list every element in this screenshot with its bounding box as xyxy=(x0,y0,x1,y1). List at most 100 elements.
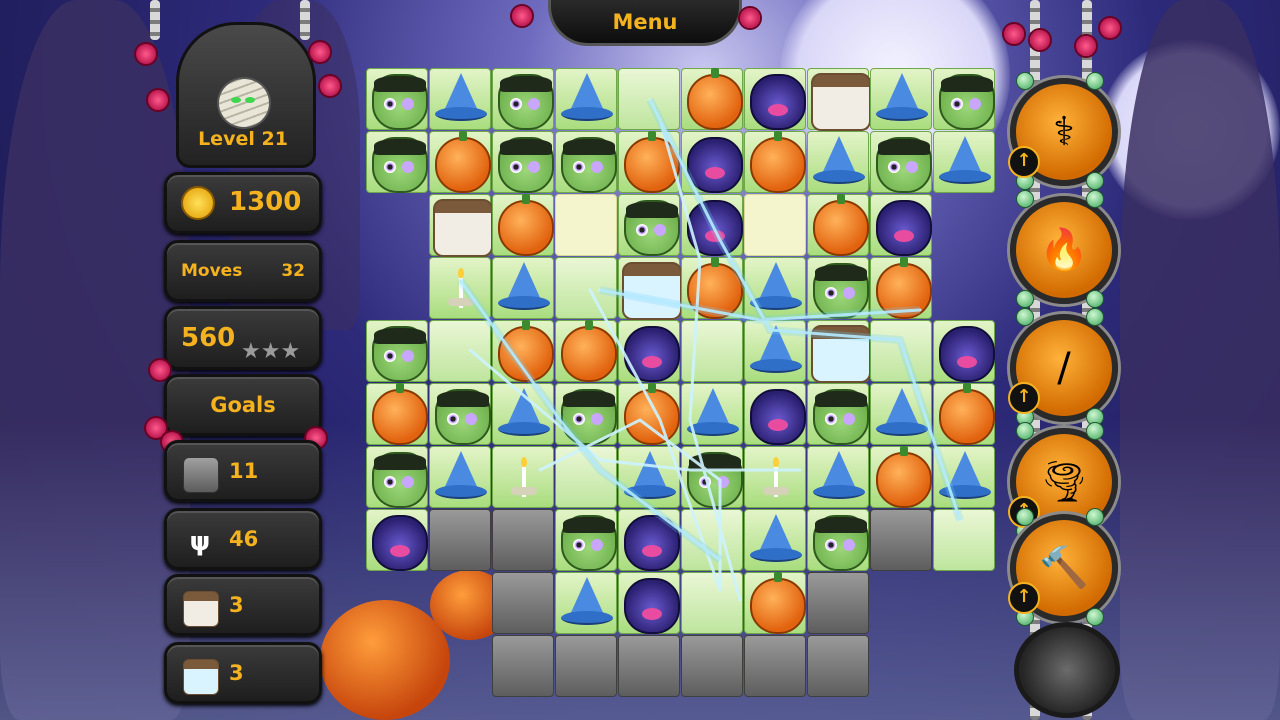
board-cell[interactable] xyxy=(807,509,869,571)
chain-bead xyxy=(1086,290,1104,308)
board-cell[interactable] xyxy=(807,194,869,256)
board-cell[interactable] xyxy=(744,257,806,319)
stone-tile[interactable] xyxy=(555,635,617,697)
board-cell[interactable] xyxy=(555,194,617,256)
board-cell[interactable] xyxy=(807,446,869,508)
board-cell[interactable] xyxy=(933,383,995,445)
rose-icon xyxy=(148,90,168,110)
goal-candelabra: ψ 46 xyxy=(164,508,322,570)
board-cell[interactable] xyxy=(681,194,743,256)
stone-tile[interactable] xyxy=(681,635,743,697)
board-cell[interactable] xyxy=(618,131,680,193)
board-cell[interactable] xyxy=(681,257,743,319)
upgrade-arrow-icon[interactable]: ↑ xyxy=(1008,582,1040,614)
board-cell[interactable] xyxy=(618,446,680,508)
stone-tile[interactable] xyxy=(807,572,869,634)
stone-tile[interactable] xyxy=(492,509,554,571)
stone-tile[interactable] xyxy=(870,509,932,571)
board-cell[interactable] xyxy=(492,68,554,130)
board-cell[interactable] xyxy=(555,131,617,193)
board-cell[interactable] xyxy=(429,257,491,319)
board-cell[interactable] xyxy=(366,509,428,571)
board-cell[interactable] xyxy=(555,68,617,130)
board-cell[interactable] xyxy=(870,68,932,130)
board-cell[interactable] xyxy=(492,383,554,445)
board-cell[interactable] xyxy=(492,446,554,508)
booster-torch[interactable]: 🔥 xyxy=(1010,196,1118,304)
board-cell[interactable] xyxy=(555,257,617,319)
board-cell[interactable] xyxy=(555,509,617,571)
board-cell[interactable] xyxy=(681,383,743,445)
board-cell[interactable] xyxy=(681,320,743,382)
goal-jar-value: 3 xyxy=(229,593,244,617)
board-cell[interactable] xyxy=(555,320,617,382)
board-cell[interactable] xyxy=(366,446,428,508)
board-cell[interactable] xyxy=(933,509,995,571)
stone-tile[interactable] xyxy=(744,635,806,697)
stone-tile[interactable] xyxy=(618,635,680,697)
board-cell[interactable] xyxy=(870,446,932,508)
board-cell[interactable] xyxy=(744,320,806,382)
board-cell[interactable] xyxy=(492,131,554,193)
board-cell[interactable] xyxy=(429,68,491,130)
board-cell[interactable] xyxy=(870,383,932,445)
board-cell[interactable] xyxy=(807,257,869,319)
witch-hat-piece xyxy=(813,136,865,184)
board-cell[interactable] xyxy=(933,68,995,130)
board-cell[interactable] xyxy=(429,194,493,257)
upgrade-arrow-icon[interactable]: ↑ xyxy=(1008,382,1040,414)
board-cell[interactable] xyxy=(681,572,743,634)
board-cell[interactable] xyxy=(870,194,932,256)
board-cell[interactable] xyxy=(555,446,617,508)
board-cell[interactable] xyxy=(744,572,806,634)
board-cell[interactable] xyxy=(744,131,806,193)
board-cell[interactable] xyxy=(744,194,806,256)
board-cell[interactable] xyxy=(555,383,617,445)
board-cell[interactable] xyxy=(366,383,428,445)
board-cell[interactable] xyxy=(618,68,680,130)
board-cell[interactable] xyxy=(870,131,932,193)
board-cell[interactable] xyxy=(870,257,932,319)
board-cell[interactable] xyxy=(492,257,554,319)
board-cell[interactable] xyxy=(681,68,743,130)
board-cell[interactable] xyxy=(807,383,869,445)
board-cell[interactable] xyxy=(618,257,682,320)
menu-button[interactable]: Menu xyxy=(548,0,742,46)
board-cell[interactable] xyxy=(618,383,680,445)
upgrade-arrow-icon[interactable]: ↑ xyxy=(1008,146,1040,178)
board-cell[interactable] xyxy=(618,194,680,256)
board-cell[interactable] xyxy=(429,320,491,382)
board-cell[interactable] xyxy=(870,320,932,382)
board-cell[interactable] xyxy=(933,446,995,508)
board-cell[interactable] xyxy=(807,131,869,193)
board-cell[interactable] xyxy=(744,446,806,508)
board-cell[interactable] xyxy=(618,572,680,634)
board-cell[interactable] xyxy=(933,131,995,193)
board-cell[interactable] xyxy=(366,320,428,382)
board-cell[interactable] xyxy=(807,68,871,131)
stone-tile[interactable] xyxy=(492,572,554,634)
board-cell[interactable] xyxy=(933,320,995,382)
pumpkin-piece xyxy=(561,320,617,382)
board-cell[interactable] xyxy=(429,131,491,193)
board-cell[interactable] xyxy=(744,68,806,130)
board-cell[interactable] xyxy=(744,383,806,445)
board-cell[interactable] xyxy=(681,509,743,571)
stone-tile[interactable] xyxy=(807,635,869,697)
board-cell[interactable] xyxy=(744,509,806,571)
star-rating: ★★★ xyxy=(241,339,300,364)
board-cell[interactable] xyxy=(492,194,554,256)
board-cell[interactable] xyxy=(807,320,871,383)
board-cell[interactable] xyxy=(492,320,554,382)
stone-tile[interactable] xyxy=(492,635,554,697)
board-cell[interactable] xyxy=(366,131,428,193)
board-cell[interactable] xyxy=(681,131,743,193)
board-cell[interactable] xyxy=(618,509,680,571)
board-cell[interactable] xyxy=(366,68,428,130)
board-cell[interactable] xyxy=(681,446,743,508)
board-cell[interactable] xyxy=(429,383,491,445)
board-cell[interactable] xyxy=(618,320,680,382)
board-cell[interactable] xyxy=(555,572,617,634)
stone-tile[interactable] xyxy=(429,509,491,571)
board-cell[interactable] xyxy=(429,446,491,508)
